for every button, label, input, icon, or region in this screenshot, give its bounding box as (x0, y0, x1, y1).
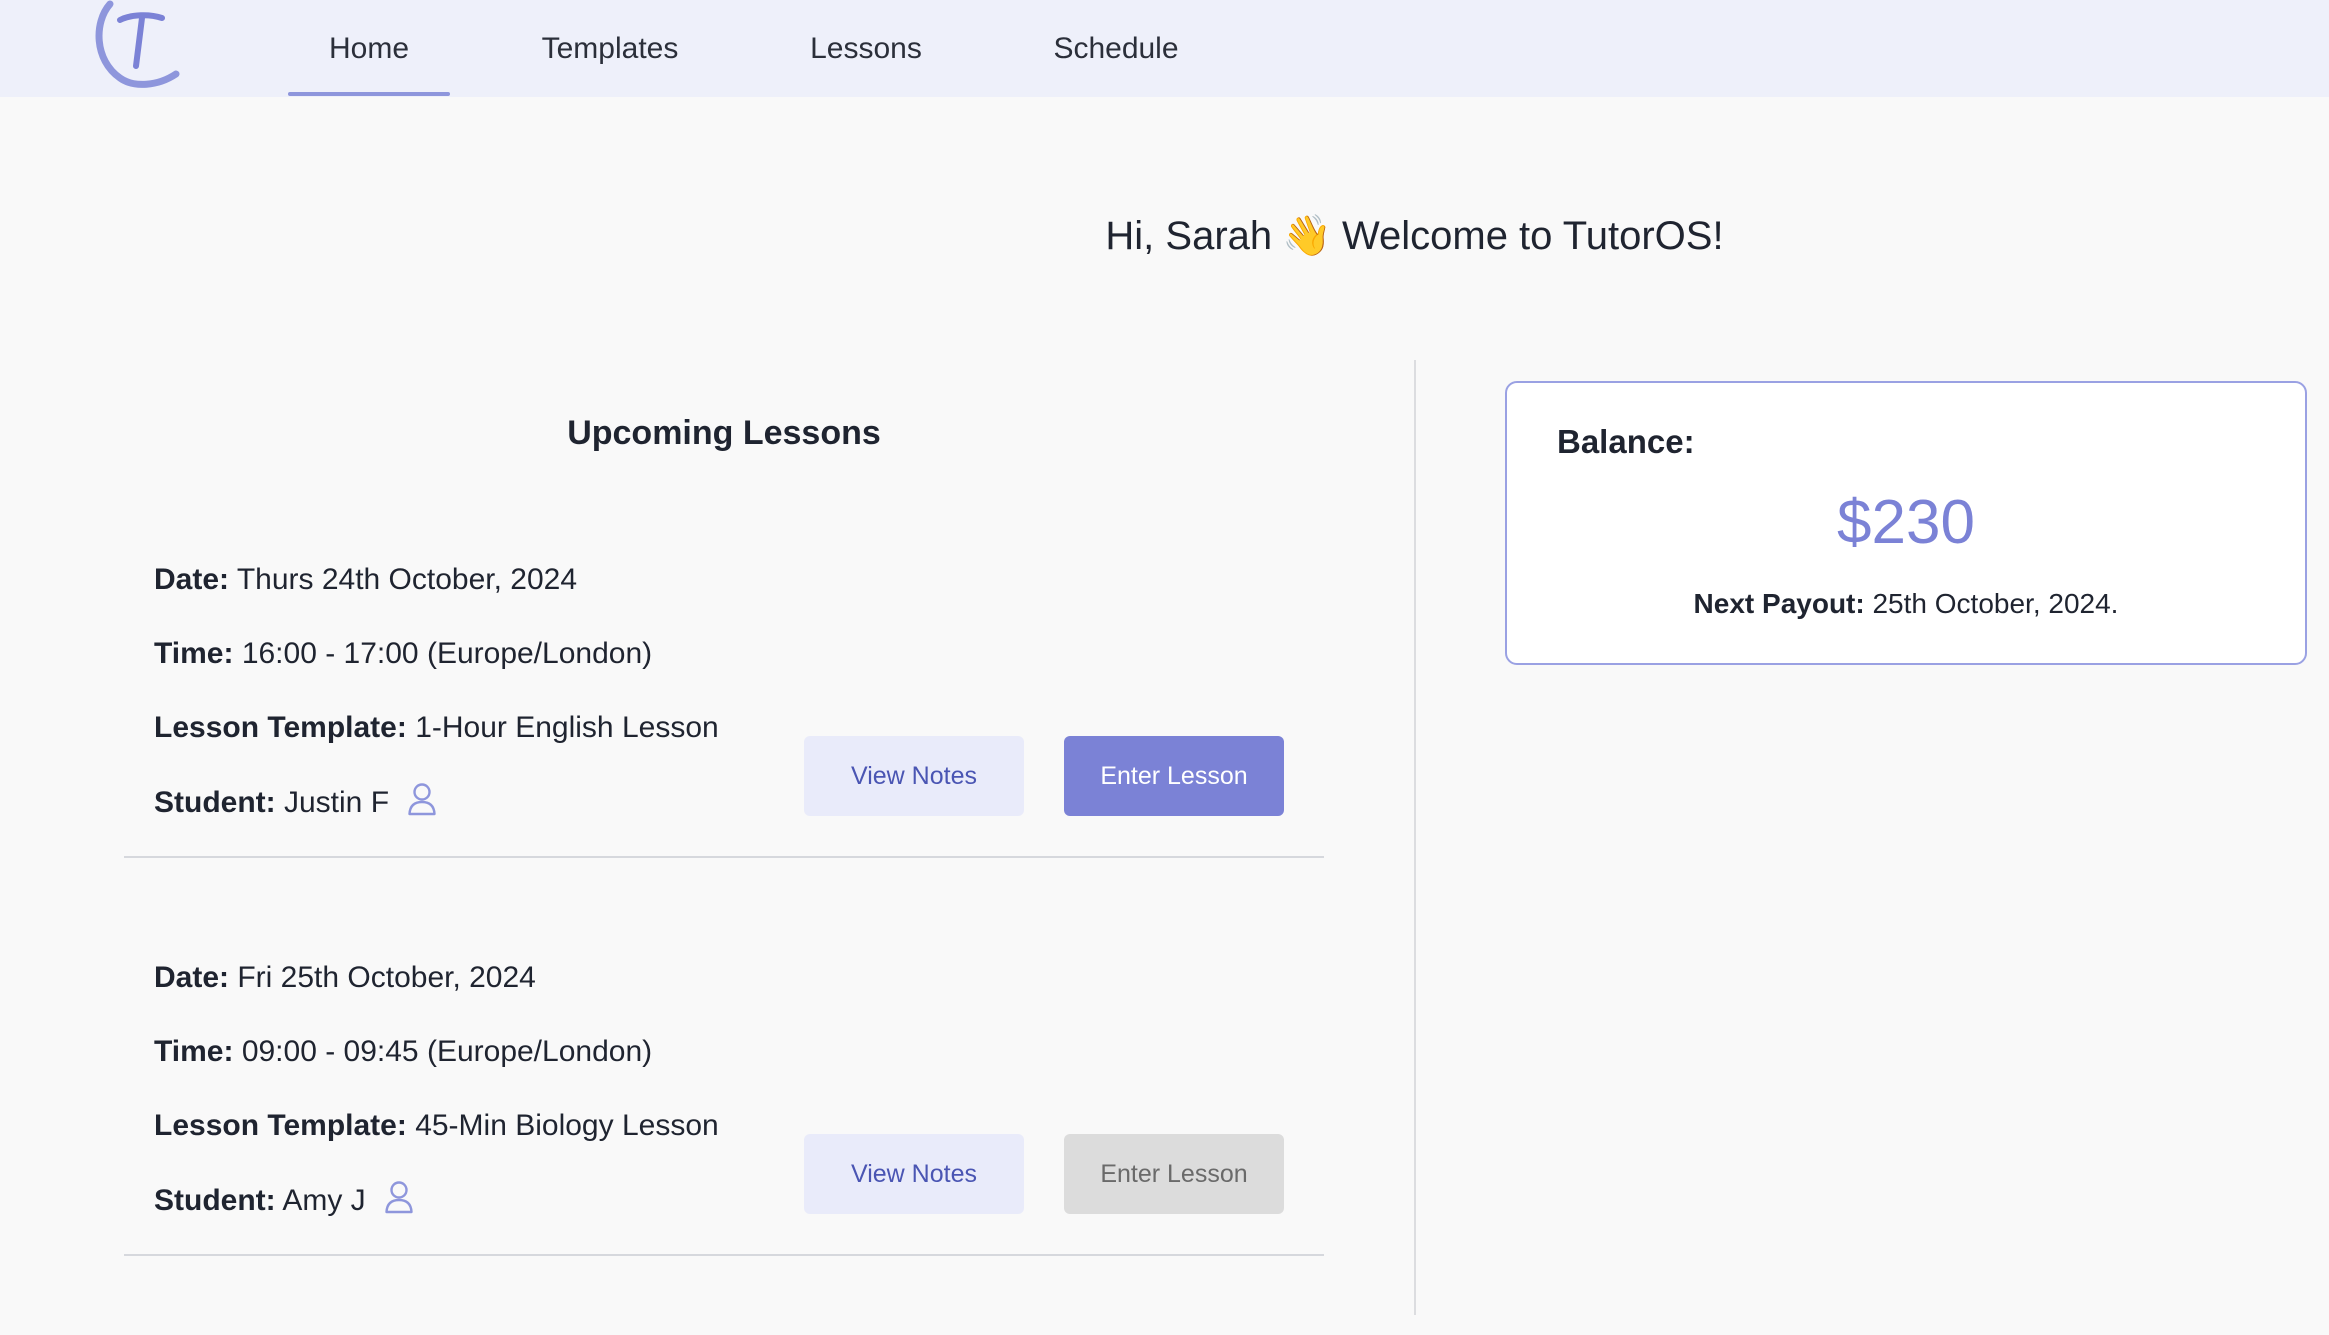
student-label: Student: (154, 1184, 276, 1217)
time-value: 09:00 - 09:45 (Europe/London) (241, 1035, 653, 1068)
lesson-date: Date: Thurs 24th October, 2024 (154, 560, 577, 600)
column-divider (1414, 360, 1416, 1315)
balance-card: Balance: $230 Next Payout: 25th October,… (1505, 381, 2307, 665)
lesson-template: Lesson Template: 1-Hour English Lesson (154, 708, 719, 748)
top-nav-bar: Home Templates Lessons Schedule (0, 0, 2329, 97)
next-payout: Next Payout: 25th October, 2024. (1507, 588, 2305, 620)
lesson-time: Time: 09:00 - 09:45 (Europe/London) (154, 1032, 652, 1072)
template-label: Lesson Template: (154, 1109, 407, 1142)
date-value: Fri 25th October, 2024 (237, 961, 536, 994)
greeting-name: Hi, Sarah (1105, 214, 1273, 258)
date-label: Date: (154, 961, 230, 994)
balance-label: Balance: (1557, 423, 1695, 460)
tab-templates[interactable]: Templates (520, 0, 700, 97)
balance-amount: $230 (1837, 488, 1975, 557)
time-label: Time: (154, 637, 234, 670)
enter-lesson-button-disabled: Enter Lesson (1064, 1134, 1284, 1214)
tab-lessons-label: Lessons (810, 31, 922, 65)
welcome-greeting: Hi, Sarah 👋 Welcome to TutorOS! (0, 208, 2329, 264)
lesson-date: Date: Fri 25th October, 2024 (154, 958, 536, 998)
lesson-item: Date: Thurs 24th October, 2024 Time: 16:… (124, 556, 1324, 858)
student-value: Amy J (282, 1184, 366, 1217)
lesson-template: Lesson Template: 45-Min Biology Lesson (154, 1106, 719, 1146)
template-value: 1-Hour English Lesson (415, 711, 719, 744)
enter-lesson-button[interactable]: Enter Lesson (1064, 736, 1284, 816)
student-label: Student: (154, 786, 276, 819)
tab-schedule-label: Schedule (1053, 31, 1179, 65)
waving-hand-icon: 👋 (1282, 214, 1332, 258)
lesson-item: Date: Fri 25th October, 2024 Time: 09:00… (124, 954, 1324, 1256)
time-value: 16:00 - 17:00 (Europe/London) (241, 637, 653, 670)
person-icon[interactable] (407, 782, 437, 816)
tab-lessons[interactable]: Lessons (790, 0, 942, 97)
tab-templates-label: Templates (541, 31, 679, 65)
greeting-welcome: Welcome to TutorOS! (1341, 214, 1724, 258)
time-label: Time: (154, 1035, 234, 1068)
tab-home-label: Home (328, 31, 410, 65)
tab-home[interactable]: Home (288, 0, 450, 97)
tab-schedule[interactable]: Schedule (1030, 0, 1202, 97)
lesson-student: Student: Justin F (154, 782, 437, 822)
template-value: 45-Min Biology Lesson (415, 1109, 719, 1142)
view-notes-button[interactable]: View Notes (804, 736, 1024, 816)
lesson-student: Student: Amy J (154, 1180, 414, 1220)
upcoming-lessons-title: Upcoming Lessons (567, 414, 881, 452)
student-value: Justin F (283, 786, 390, 819)
date-label: Date: (154, 563, 230, 596)
view-notes-button[interactable]: View Notes (804, 1134, 1024, 1214)
date-value: Thurs 24th October, 2024 (236, 563, 578, 596)
next-payout-label: Next Payout: (1693, 588, 1865, 619)
next-payout-date: 25th October, 2024. (1872, 588, 2119, 619)
template-label: Lesson Template: (154, 711, 407, 744)
tutoros-logo-icon[interactable] (92, 0, 182, 90)
person-icon[interactable] (384, 1180, 414, 1214)
lesson-time: Time: 16:00 - 17:00 (Europe/London) (154, 634, 652, 674)
